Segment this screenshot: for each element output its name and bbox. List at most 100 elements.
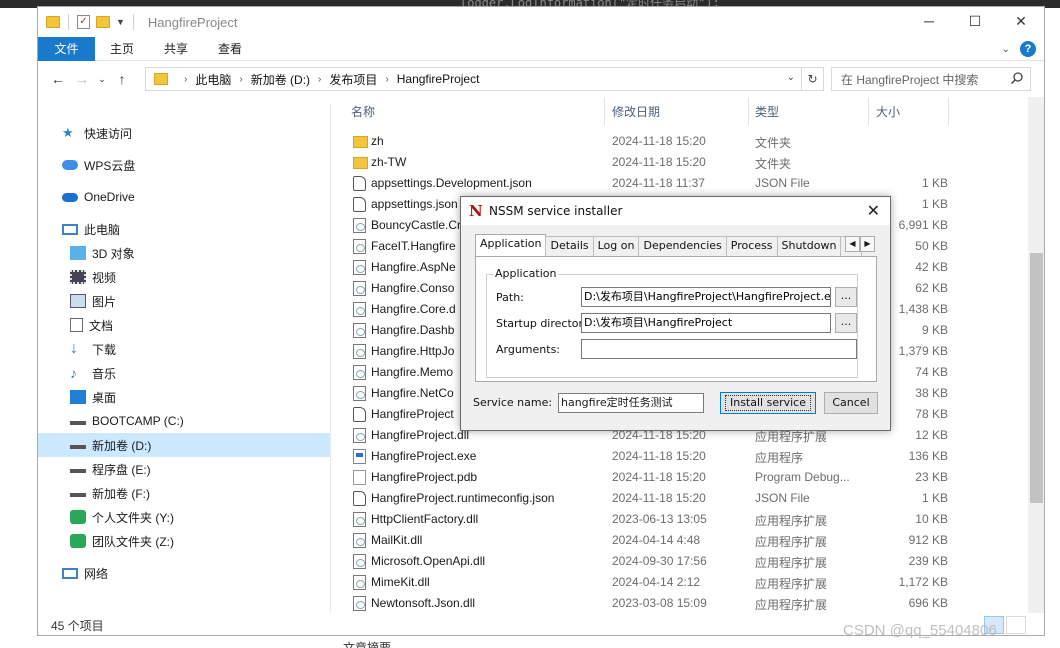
nav-item-drive-c[interactable]: BOOTCAMP (C:) bbox=[70, 409, 184, 433]
breadcrumb-this-pc[interactable]: 此电脑 bbox=[195, 71, 231, 88]
dialog-close-icon[interactable]: ✕ bbox=[867, 201, 880, 220]
column-divider[interactable] bbox=[948, 97, 949, 125]
breadcrumb-publish[interactable]: 发布项目 bbox=[329, 71, 377, 88]
tab-process[interactable]: Process bbox=[725, 236, 778, 256]
address-bar[interactable]: › 此电脑 › 新加卷 (D:) › 发布项目 › HangfireProjec… bbox=[145, 67, 802, 91]
search-icon[interactable] bbox=[1010, 71, 1024, 85]
chevron-right-icon[interactable]: › bbox=[239, 74, 242, 85]
nav-item-desktop[interactable]: 桌面 bbox=[70, 385, 116, 409]
tab-log-on[interactable]: Log on bbox=[592, 236, 640, 256]
scrollbar-thumb[interactable] bbox=[1030, 253, 1043, 503]
nav-item-documents[interactable]: 文档 bbox=[70, 313, 113, 337]
drive-icon bbox=[70, 489, 86, 497]
column-header-type[interactable]: 类型 bbox=[755, 97, 779, 125]
nav-item-wps-cloud[interactable]: WPS云盘 bbox=[62, 153, 135, 177]
nav-item-network[interactable]: 网络 bbox=[62, 561, 108, 585]
column-header-size[interactable]: 大小 bbox=[876, 97, 900, 125]
search-input[interactable]: 在 HangfireProject 中搜索 bbox=[831, 67, 1031, 91]
folder-icon bbox=[46, 16, 60, 28]
expand-ribbon-icon[interactable]: ⌄ bbox=[1002, 44, 1010, 55]
nav-item-quick-access[interactable]: ★ 快速访问 bbox=[62, 121, 132, 145]
file-row[interactable]: MailKit.dll 2024-04-14 4:48 应用程序扩展 912 KB bbox=[331, 530, 1028, 551]
file-row[interactable]: zh 2024-11-18 15:20 文件夹 bbox=[331, 131, 1028, 152]
nav-item-drive-d[interactable]: 新加卷 (D:) bbox=[38, 433, 330, 457]
column-divider[interactable] bbox=[748, 97, 749, 125]
file-name: HangfireProject.exe bbox=[371, 449, 477, 463]
tab-view[interactable]: 查看 bbox=[203, 40, 257, 57]
chevron-right-icon[interactable]: › bbox=[318, 74, 321, 85]
scroll-right-icon[interactable]: ▶ bbox=[860, 236, 875, 252]
nav-item-this-pc[interactable]: 此电脑 bbox=[62, 217, 120, 241]
nav-item-label: 新加卷 (F:) bbox=[92, 486, 150, 501]
column-header-date[interactable]: 修改日期 bbox=[612, 97, 660, 125]
folder-file-icon bbox=[353, 136, 368, 148]
nav-item-drive-f[interactable]: 新加卷 (F:) bbox=[70, 481, 150, 505]
chevron-right-icon[interactable]: › bbox=[385, 74, 388, 85]
help-icon[interactable]: ? bbox=[1020, 41, 1036, 57]
properties-icon[interactable]: ✓ bbox=[77, 15, 90, 29]
file-size: 78 KB bbox=[915, 407, 948, 421]
tab-file[interactable]: 文件 bbox=[38, 36, 95, 61]
nav-item-downloads[interactable]: ↓ 下载 bbox=[70, 337, 116, 361]
up-arrow-icon[interactable]: ↑ bbox=[110, 71, 134, 87]
tab-home[interactable]: 主页 bbox=[95, 40, 149, 57]
tab-application[interactable]: Application bbox=[475, 234, 547, 256]
nav-item-music[interactable]: ♪ 音乐 bbox=[70, 361, 116, 385]
tab-share[interactable]: 共享 bbox=[149, 40, 203, 57]
large-icons-view-icon[interactable] bbox=[1006, 616, 1026, 634]
drive-icon bbox=[70, 465, 86, 473]
refresh-icon[interactable]: ↻ bbox=[802, 67, 824, 91]
vertical-scrollbar[interactable] bbox=[1028, 97, 1044, 613]
service-name-input[interactable]: hangfire定时任务测试 bbox=[558, 393, 704, 413]
minimize-button[interactable]: ─ bbox=[906, 7, 952, 35]
new-folder-icon[interactable] bbox=[96, 16, 110, 28]
file-row[interactable]: MimeKit.dll 2024-04-14 2:12 应用程序扩展 1,172 KB bbox=[331, 572, 1028, 593]
nssm-dialog: N NSSM service installer ✕ Application D… bbox=[460, 196, 891, 431]
breadcrumb-project[interactable]: HangfireProject bbox=[397, 72, 480, 86]
column-divider[interactable] bbox=[604, 97, 605, 125]
file-row[interactable]: HangfireProject.pdb 2024-11-18 15:20 Progr… bbox=[331, 467, 1028, 488]
nav-item-onedrive[interactable]: OneDrive bbox=[62, 185, 135, 209]
path-input[interactable]: D:\发布项目\HangfireProject\HangfireProject.… bbox=[581, 287, 831, 307]
file-type: 应用程序扩展 bbox=[755, 598, 828, 612]
install-service-button[interactable]: Install service bbox=[720, 392, 816, 414]
file-row[interactable]: HttpClientFactory.dll 2023-06-13 13:05 应用程… bbox=[331, 509, 1028, 530]
customize-toolbar-icon[interactable]: ▼ bbox=[116, 17, 125, 27]
file-row[interactable]: zh-TW 2024-11-18 15:20 文件夹 bbox=[331, 152, 1028, 173]
json-file-icon bbox=[353, 407, 366, 422]
scroll-left-icon[interactable]: ◀ bbox=[845, 236, 860, 252]
breadcrumb-drive-d[interactable]: 新加卷 (D:) bbox=[251, 71, 310, 88]
back-arrow-icon[interactable]: ← bbox=[46, 71, 70, 87]
forward-arrow-icon[interactable]: → bbox=[70, 71, 94, 87]
close-button[interactable]: ✕ bbox=[998, 7, 1044, 35]
file-row[interactable]: Microsoft.OpenApi.dll 2024-09-30 17:56 应用程… bbox=[331, 551, 1028, 572]
nav-item-3d-objects[interactable]: 3D 对象 bbox=[70, 241, 135, 265]
file-row[interactable]: Newtonsoft.Json.dll 2023-03-08 15:09 应用程序扩… bbox=[331, 593, 1028, 613]
nav-item-pictures[interactable]: 图片 bbox=[70, 289, 116, 313]
recent-locations-icon[interactable]: ⌄ bbox=[94, 74, 110, 85]
nav-item-drive-e[interactable]: 程序盘 (E:) bbox=[70, 457, 151, 481]
file-row[interactable]: appsettings.Development.json 2024-11-18 1… bbox=[331, 173, 1028, 194]
startup-directory-input[interactable]: D:\发布项目\HangfireProject bbox=[581, 313, 831, 333]
column-divider[interactable] bbox=[868, 97, 869, 125]
file-row[interactable]: HangfireProject.exe 2024-11-18 15:20 应用程序 1… bbox=[331, 446, 1028, 467]
chevron-right-icon[interactable]: › bbox=[184, 74, 187, 85]
file-size: 136 KB bbox=[908, 449, 948, 463]
chevron-down-icon[interactable]: ⌄ bbox=[787, 72, 795, 83]
cube-icon bbox=[70, 246, 86, 260]
browse-path-button[interactable]: ... bbox=[835, 287, 857, 307]
document-icon bbox=[70, 318, 83, 332]
browse-startup-button[interactable]: ... bbox=[835, 313, 857, 333]
background-right bbox=[1045, 8, 1060, 648]
cancel-button[interactable]: Cancel bbox=[824, 392, 878, 414]
tab-dependencies[interactable]: Dependencies bbox=[638, 236, 727, 256]
nav-item-drive-z[interactable]: 团队文件夹 (Z:) bbox=[70, 529, 174, 553]
tab-shutdown[interactable]: Shutdown bbox=[776, 236, 842, 256]
column-header-name[interactable]: 名称 bbox=[351, 97, 375, 125]
nav-item-videos[interactable]: 视频 bbox=[70, 265, 116, 289]
nav-item-drive-y[interactable]: 个人文件夹 (Y:) bbox=[70, 505, 174, 529]
tab-details[interactable]: Details bbox=[545, 236, 594, 256]
maximize-button[interactable]: ☐ bbox=[952, 7, 998, 35]
arguments-input[interactable] bbox=[581, 339, 857, 359]
file-row[interactable]: HangfireProject.runtimeconfig.json 2024-1… bbox=[331, 488, 1028, 509]
